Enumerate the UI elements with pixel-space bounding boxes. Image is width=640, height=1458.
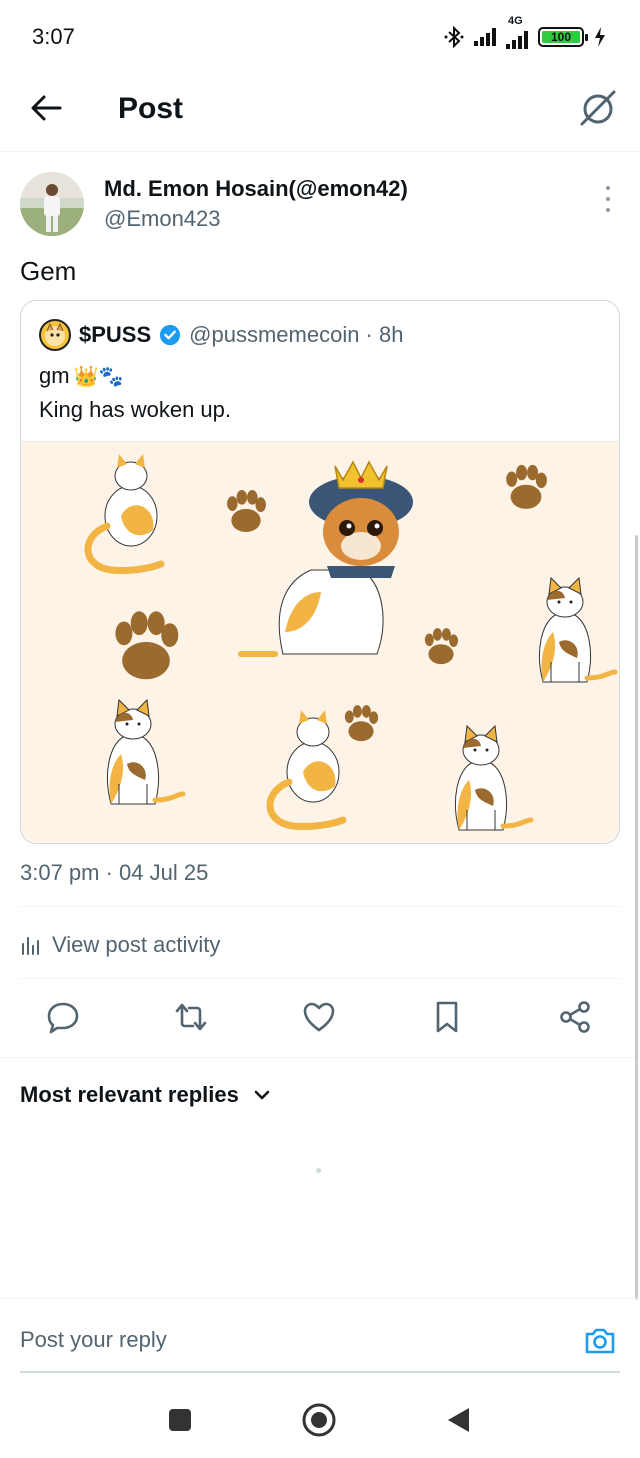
quoted-text-gm: gm	[39, 363, 70, 388]
verified-badge-icon	[160, 324, 181, 346]
divider	[20, 906, 620, 907]
chevron-down-icon	[254, 1090, 270, 1100]
replies-sort-label: Most relevant replies	[20, 1082, 239, 1107]
divider	[20, 978, 620, 979]
quoted-image[interactable]	[21, 441, 620, 844]
author-handle[interactable]: @Emon423	[104, 206, 221, 232]
share-icon[interactable]	[557, 999, 593, 1035]
recents-button[interactable]	[160, 1400, 200, 1440]
camera-icon[interactable]	[582, 1323, 618, 1359]
battery-level: 100	[550, 30, 572, 44]
arrow-left-icon[interactable]	[26, 88, 66, 128]
author-name[interactable]: Md. Emon Hosain(@emon42)	[104, 176, 408, 202]
cat-illustration	[21, 442, 620, 844]
quoted-text-line-2: King has woken up.	[39, 397, 232, 422]
post-actions	[0, 995, 640, 1045]
status-icons: 4G 100	[444, 15, 606, 52]
bookmark-icon[interactable]	[429, 999, 465, 1035]
square-icon	[169, 1409, 191, 1431]
signal-icon-2	[506, 31, 528, 49]
section-divider	[0, 1057, 640, 1058]
back-button[interactable]	[438, 1400, 478, 1440]
triangle-back-icon	[448, 1408, 469, 1432]
quoted-author-handle: @pussmemecoin · 8h	[189, 322, 404, 347]
scrollbar[interactable]	[635, 535, 638, 1300]
like-icon[interactable]	[301, 999, 337, 1035]
repost-icon[interactable]	[173, 999, 209, 1035]
network-indicator: 4G	[506, 15, 528, 49]
signal-icon	[474, 28, 496, 46]
network-label: 4G	[508, 15, 523, 27]
author-avatar[interactable]	[20, 172, 84, 236]
bluetooth-icon	[444, 26, 464, 48]
more-options-icon[interactable]	[604, 186, 612, 212]
reply-icon[interactable]	[45, 999, 81, 1035]
quoted-author-avatar	[39, 319, 71, 351]
view-post-activity[interactable]: View post activity	[20, 928, 220, 962]
view-post-activity-label: View post activity	[52, 932, 221, 957]
quoted-post-header: $PUSS @pussmemecoin · 8h	[39, 319, 403, 351]
king-cat	[238, 460, 413, 657]
replies-sort[interactable]: Most relevant replies	[20, 1082, 273, 1108]
analytics-icon	[22, 937, 39, 955]
reply-composer: Post your reply	[0, 1298, 640, 1374]
quoted-text-line-1: gm 👑🐾	[39, 363, 123, 389]
quoted-author-name: $PUSS	[79, 322, 152, 347]
reply-input[interactable]: Post your reply	[20, 1327, 167, 1353]
circle-icon	[302, 1403, 336, 1437]
post-text: Gem	[20, 256, 77, 286]
top-app-bar: Post	[0, 76, 640, 152]
grok-icon[interactable]	[578, 88, 618, 128]
post-author: Md. Emon Hosain(@emon42) @Emon423	[20, 172, 620, 242]
system-nav-bar	[0, 1378, 640, 1458]
avatar-photo	[20, 172, 84, 236]
reply-underline	[20, 1371, 620, 1373]
quoted-post[interactable]: $PUSS @pussmemecoin · 8h gm 👑🐾 King has …	[20, 300, 620, 844]
page-title: Post	[118, 92, 184, 125]
status-time: 3:07	[32, 24, 75, 49]
status-bar: 3:07 4G 100	[0, 0, 640, 76]
home-button[interactable]	[299, 1400, 339, 1440]
loading-indicator	[316, 1168, 321, 1173]
charging-icon	[595, 27, 605, 47]
post-timestamp: 3:07 pm · 04 Jul 25	[20, 860, 209, 885]
battery-icon: 100	[538, 27, 588, 47]
crown-paw-emoji: 👑🐾	[73, 365, 124, 388]
